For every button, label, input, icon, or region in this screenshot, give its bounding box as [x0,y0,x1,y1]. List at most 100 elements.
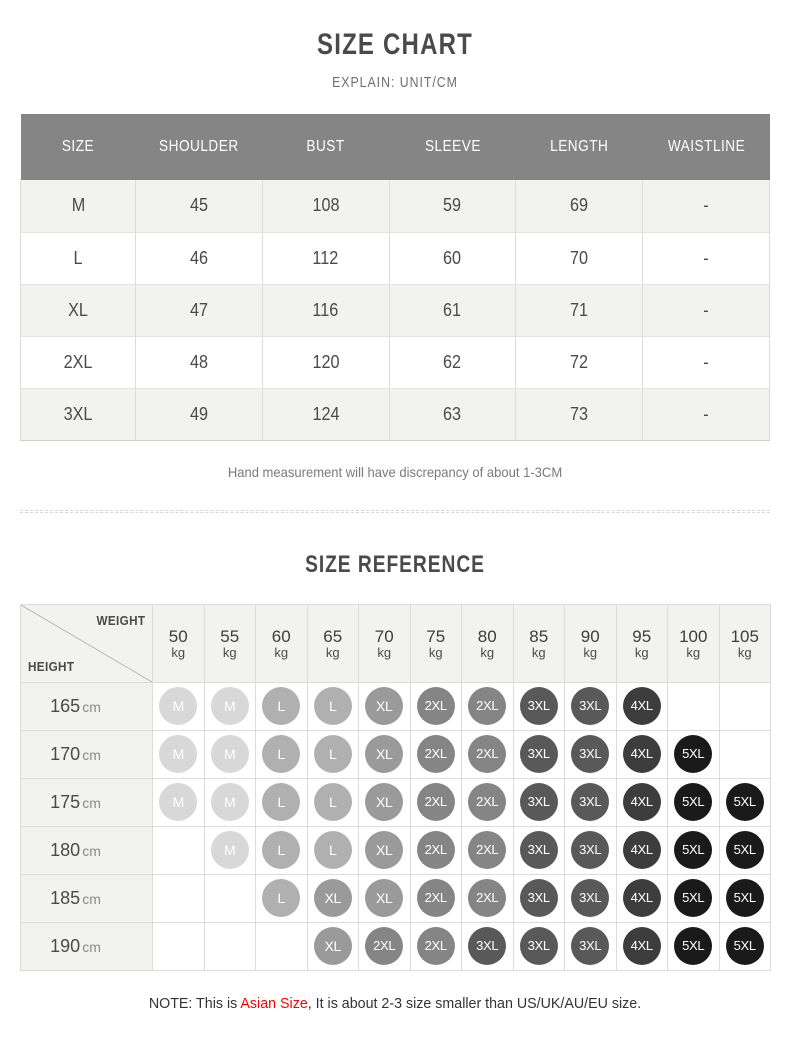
measurement-cell: 120 [262,336,390,389]
weight-value: 55 [220,626,240,646]
page-subtitle: EXPLAIN: UNIT/CM [332,74,458,91]
recommended-size-cell: 2XL [409,777,462,827]
page-title: SIZE CHART [317,28,473,61]
empty-cell [718,681,771,731]
cell-value: 108 [312,195,340,216]
size-bubble: XL [365,735,404,773]
measurement-cell: 70 [515,232,644,285]
size-bubble: 2XL [468,735,507,773]
cell-value: L [73,247,83,268]
recommended-size-cell: L [255,873,308,923]
weight-unit: kg [737,644,752,660]
cell-value: 62 [443,351,462,372]
recommended-size-cell: M [203,777,256,827]
weight-unit: kg [222,644,237,660]
size-bubble: L [262,831,301,869]
weight-unit: kg [428,644,443,660]
size-bubble: XL [313,927,352,965]
weight-value: 95 [632,626,652,646]
cell-value: - [703,195,709,216]
size-bubble: M [159,735,198,773]
size-bubble: 2XL [468,687,507,725]
table-row: L 46 112 60 70 - [20,232,770,285]
column-header-label: SIZE [61,138,95,155]
measurement-cell: 61 [389,284,517,337]
recommended-size-cell: 4XL [615,921,668,971]
empty-cell [152,921,205,971]
recommended-size-cell: 5XL [718,873,771,923]
size-bubble: 4XL [622,687,661,725]
recommended-size-cell: 3XL [564,729,617,779]
cell-value: 72 [570,351,589,372]
weight-header-75: 75 kg [409,603,462,683]
size-chart-col-size: SIZE [20,114,136,180]
recommended-size-cell: 3XL [564,681,617,731]
recommended-size-cell: 3XL [512,921,565,971]
size-bubble: 2XL [416,783,455,821]
height-value: 190 [50,935,81,956]
size-bubble: XL [313,879,352,917]
size-chart-body: M 45 108 59 69 - L 46 112 60 70 - XL 47 116 61 71 - 2XL 48 1… [20,180,770,441]
size-bubble: M [210,687,249,725]
height-label-180: 180 cm [20,825,153,875]
column-header-label: SLEEVE [424,138,481,155]
height-value: 170 [50,743,81,764]
height-value: 180 [50,839,81,860]
recommended-size-cell: 5XL [718,825,771,875]
weight-value: 60 [271,626,291,646]
size-bubble: L [262,735,301,773]
recommended-size-cell: 5XL [667,825,720,875]
size-chart-page: SIZE CHART EXPLAIN: UNIT/CM SIZE SHOULDER… [0,0,790,1060]
size-reference-header-row: WEIGHT HEIGHT 50 kg 55 kg 60 kg 65 kg 70 kg 75 kg 80… [20,603,771,683]
weight-header-55: 55 kg [203,603,256,683]
recommended-size-cell: L [255,825,308,875]
empty-cell [203,921,256,971]
size-label-cell: 2XL [20,336,136,389]
size-bubble: M [159,783,198,821]
weight-header-105: 105 kg [718,603,771,683]
recommended-size-cell: 4XL [615,729,668,779]
recommended-size-cell: 2XL [358,921,411,971]
size-bubble: L [262,687,301,725]
recommended-size-cell: M [203,825,256,875]
size-bubble: 3XL [571,831,610,869]
size-bubble: 5XL [674,735,713,773]
weight-value: 85 [529,626,549,646]
recommended-size-cell: 5XL [667,921,720,971]
weight-unit: kg [171,644,186,660]
cell-value: 45 [189,195,208,216]
cell-value: 2XL [63,351,93,372]
recommended-size-cell: 4XL [615,825,668,875]
size-bubble: 4XL [622,735,661,773]
measurement-cell: 124 [262,388,390,441]
size-bubble: M [159,687,198,725]
measurement-cell: 59 [389,180,517,233]
cell-value: 69 [570,195,589,216]
recommended-size-cell: L [255,681,308,731]
recommended-size-cell: 3XL [512,873,565,923]
size-bubble: 5XL [674,879,713,917]
measurement-cell: 47 [135,284,263,337]
measurement-cell: 71 [515,284,644,337]
measurement-cell: 49 [135,388,263,441]
size-bubble: 2XL [365,927,404,965]
weight-unit: kg [583,644,598,660]
size-bubble: 2XL [468,879,507,917]
recommended-size-cell: XL [358,873,411,923]
empty-cell [203,873,256,923]
size-bubble: 2XL [416,735,455,773]
empty-cell [667,681,720,731]
recommended-size-cell: 5XL [667,729,720,779]
weight-header-50: 50 kg [152,603,205,683]
size-chart-col-length: LENGTH [515,114,643,180]
size-chart-col-waistline: WAISTLINE [642,114,770,180]
recommended-size-cell: L [255,729,308,779]
size-bubble: 2XL [416,879,455,917]
size-bubble: L [262,783,301,821]
weight-header-70: 70 kg [358,603,411,683]
size-bubble: L [313,687,352,725]
recommended-size-cell: 3XL [461,921,514,971]
cell-value: - [703,351,709,372]
recommended-size-cell: M [152,729,205,779]
table-row: M 45 108 59 69 - [20,180,770,233]
